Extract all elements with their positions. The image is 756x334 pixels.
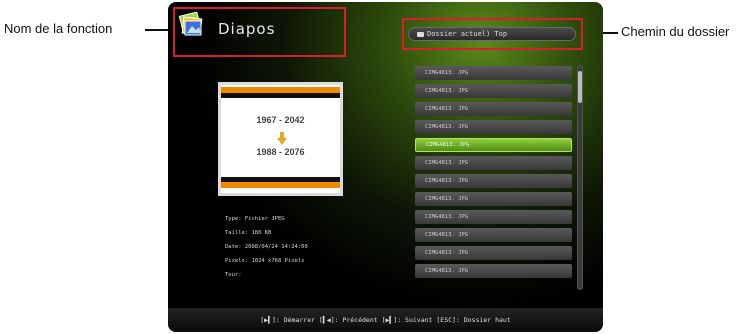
help-text: [▶▍]: Démarrer [▍◀]: Précédent [▶▍]: Sui… <box>260 316 511 324</box>
image-preview: 1967 - 2042 1988 - 2076 <box>218 82 343 196</box>
function-title: Diapos <box>218 20 276 38</box>
file-list-item[interactable]: CIMG4813. JPG <box>415 210 572 224</box>
file-date: Date: 2008/04/24 14:24:00 <box>225 244 308 250</box>
file-list-item[interactable]: CIMG4813. JPG <box>415 246 572 260</box>
file-type: Type: Fichier JPEG <box>225 216 285 222</box>
preview-line-1: 1967 - 2042 <box>256 115 305 125</box>
folder-path-callout: Chemin du dossier <box>621 24 730 39</box>
arrow-down-icon <box>277 138 287 145</box>
folder-path-text: Dossier actuel) Top <box>427 30 508 38</box>
file-list-item[interactable]: CIMG4813. JPG <box>415 228 572 242</box>
file-list-item[interactable]: CIMG4813. JPG <box>415 192 572 206</box>
slideshow-screen: Diapos Dossier actuel) Top 1967 - 2042 1… <box>168 2 603 332</box>
file-pixels: Pixels: 1024 x768 Pixels <box>225 258 305 264</box>
folder-icon <box>417 31 424 37</box>
function-name-callout: Nom de la fonction <box>4 21 113 36</box>
scrollbar-thumb[interactable] <box>578 71 582 103</box>
file-list-item[interactable]: CIMG4813. JPG <box>415 264 572 278</box>
file-list: CIMG4813. JPG CIMG4813. JPG CIMG4813. JP… <box>415 66 572 282</box>
file-size: Taille: 180 KB <box>225 230 272 236</box>
file-list-item[interactable]: CIMG4813. JPG <box>415 156 572 170</box>
folder-path-field: Dossier actuel) Top <box>408 27 576 41</box>
file-list-item[interactable]: CIMG4813. JPG <box>415 84 572 98</box>
help-bar: [▶▍]: Démarrer [▍◀]: Précédent [▶▍]: Sui… <box>168 308 603 332</box>
file-list-scrollbar[interactable] <box>577 65 583 290</box>
file-list-item[interactable]: CIMG4813. JPG <box>415 102 572 116</box>
file-list-item-selected[interactable]: CIMG4813. JPG <box>415 138 572 152</box>
file-list-item[interactable]: CIMG4813. JPG <box>415 66 572 80</box>
slideshow-photos-icon <box>178 11 204 38</box>
file-rotation: Tour: <box>225 272 242 278</box>
file-list-item[interactable]: CIMG4813. JPG <box>415 174 572 188</box>
preview-line-2: 1988 - 2076 <box>256 147 305 157</box>
file-list-item[interactable]: CIMG4813. JPG <box>415 120 572 134</box>
